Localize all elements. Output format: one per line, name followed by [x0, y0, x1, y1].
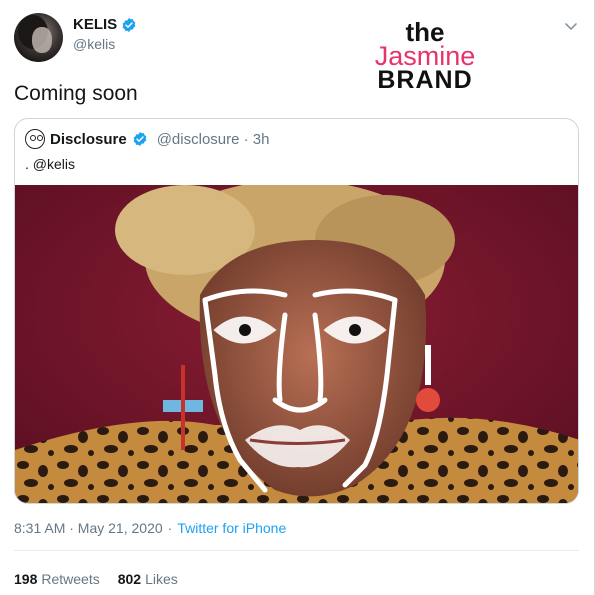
meta-separator: ·: [167, 520, 173, 536]
author-name[interactable]: KELIS: [73, 16, 117, 33]
retweets-label: Retweets: [41, 571, 100, 587]
tweet-screenshot: KELIS @kelis the Jasmine BRAND Coming so…: [0, 0, 595, 595]
quoted-tweet-header: Disclosure @disclosure · 3h: [25, 129, 269, 149]
quoted-tweet-photo[interactable]: [15, 185, 579, 504]
retweets-count: 198: [14, 571, 38, 587]
chevron-down-icon[interactable]: [563, 18, 579, 34]
quoted-tweet-card[interactable]: Disclosure @disclosure · 3h . @kelis: [14, 118, 579, 504]
author-handle[interactable]: @kelis: [73, 36, 137, 52]
likes-count: 802: [117, 571, 142, 587]
avatar-face: [32, 27, 52, 53]
watermark-line-jasmine: Jasmine: [374, 41, 476, 71]
tweet-meta: 8:31 AM · May 21, 2020 · Twitter for iPh…: [14, 520, 286, 536]
verified-badge-icon: [133, 132, 147, 146]
tweet-source[interactable]: Twitter for iPhone: [177, 520, 286, 536]
author-avatar[interactable]: [14, 13, 63, 62]
divider: [14, 550, 579, 551]
quoted-tweet-text: . @kelis: [25, 156, 75, 172]
tweet-stats: 198 Retweets 802 Likes: [14, 571, 178, 587]
likes-stat[interactable]: 802 Likes: [118, 571, 178, 587]
watermark-line-brand: BRAND: [377, 66, 473, 94]
retweets-stat[interactable]: 198 Retweets: [14, 571, 100, 587]
author-block: KELIS @kelis: [73, 16, 137, 52]
author-name-row: KELIS: [73, 16, 137, 33]
tweet-timestamp[interactable]: 8:31 AM · May 21, 2020: [14, 520, 163, 536]
verified-badge-icon: [122, 17, 136, 32]
quoted-author-avatar: [25, 129, 45, 149]
tweet-text: Coming soon: [14, 82, 138, 105]
quoted-author-handle: @disclosure · 3h: [156, 130, 270, 148]
watermark-logo: the Jasmine BRAND: [360, 19, 490, 94]
quoted-author-name: Disclosure: [50, 130, 127, 148]
likes-label: Likes: [145, 571, 178, 587]
